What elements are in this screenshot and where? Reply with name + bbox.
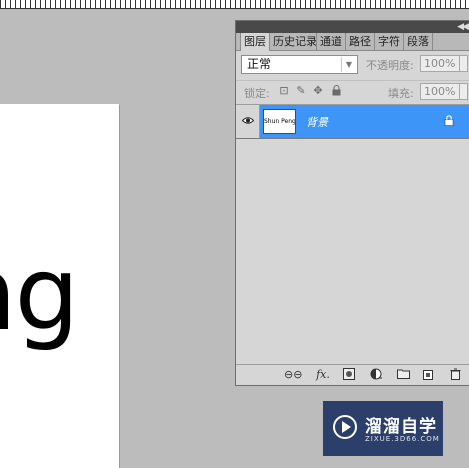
tab-layers[interactable]: 图层: [240, 33, 270, 51]
blend-opacity-row: 正常 ▼ 不透明度: 100%: [236, 54, 469, 76]
lock-all-icon[interactable]: [330, 85, 342, 97]
watermark-subtitle: ZIXUE.3D66.COM: [365, 435, 440, 443]
lock-image-pixels-icon[interactable]: ✎: [295, 85, 307, 97]
blend-mode-value: 正常: [247, 57, 272, 71]
tab-history[interactable]: 历史记录: [270, 33, 317, 50]
panel-tabs: 图层 历史记录 通道 路径 字符 段落: [236, 33, 469, 51]
chevron-down-icon[interactable]: ▼: [341, 57, 356, 72]
layer-thumbnail: Shun Peng: [263, 109, 296, 134]
mask-icon[interactable]: [342, 368, 356, 382]
layer-list: Shun Peng 背景: [236, 104, 469, 363]
layers-panel-footer: ⊖⊖ fx.: [236, 364, 469, 385]
tab-paths[interactable]: 路径: [346, 33, 375, 50]
visibility-toggle[interactable]: [236, 105, 260, 138]
group-folder-icon[interactable]: [396, 368, 410, 382]
new-layer-icon[interactable]: [422, 368, 436, 382]
lock-icon: [444, 115, 454, 126]
eye-icon: [242, 117, 254, 124]
lock-label: 锁定:: [244, 87, 270, 100]
layers-panel: ◀◀ 图层 历史记录 通道 路径 字符 段落 正常 ▼ 不透明度: 100% 锁…: [235, 20, 469, 386]
top-ruler: [0, 0, 469, 9]
panel-titlebar[interactable]: ◀◀: [236, 21, 469, 33]
watermark-logo: 溜溜自学 ZIXUE.3D66.COM: [323, 401, 443, 456]
fill-label: 填充:: [388, 87, 414, 100]
lock-transparent-pixels-icon[interactable]: ⊡: [278, 85, 290, 97]
blend-mode-select[interactable]: 正常 ▼: [241, 55, 358, 74]
fill-slider-toggle[interactable]: [460, 83, 468, 100]
trash-icon[interactable]: [448, 368, 462, 382]
canvas-text-layer: ng: [0, 235, 79, 354]
lock-position-icon[interactable]: ✥: [312, 85, 324, 97]
layer-name[interactable]: 背景: [306, 114, 328, 130]
play-logo-icon: [333, 415, 357, 439]
opacity-field[interactable]: 100%: [420, 55, 460, 72]
tab-character[interactable]: 字符: [375, 33, 404, 50]
fill-field[interactable]: 100%: [420, 83, 460, 100]
watermark-title: 溜溜自学: [365, 417, 437, 437]
tab-channels[interactable]: 通道: [317, 33, 346, 50]
tab-paragraph[interactable]: 段落: [404, 33, 433, 50]
collapse-panel-icon[interactable]: ◀◀: [457, 21, 469, 33]
adjustment-icon[interactable]: [368, 368, 384, 382]
lock-fill-row: 锁定: ⊡ ✎ ✥ 填充: 100%: [236, 80, 469, 103]
layer-row-background[interactable]: Shun Peng 背景: [236, 105, 469, 139]
fx-icon[interactable]: fx.: [314, 368, 332, 382]
opacity-label: 不透明度:: [366, 59, 414, 72]
document-canvas[interactable]: ng: [0, 104, 119, 468]
link-icon[interactable]: ⊖⊖: [284, 368, 302, 382]
opacity-slider-toggle[interactable]: [460, 55, 468, 72]
